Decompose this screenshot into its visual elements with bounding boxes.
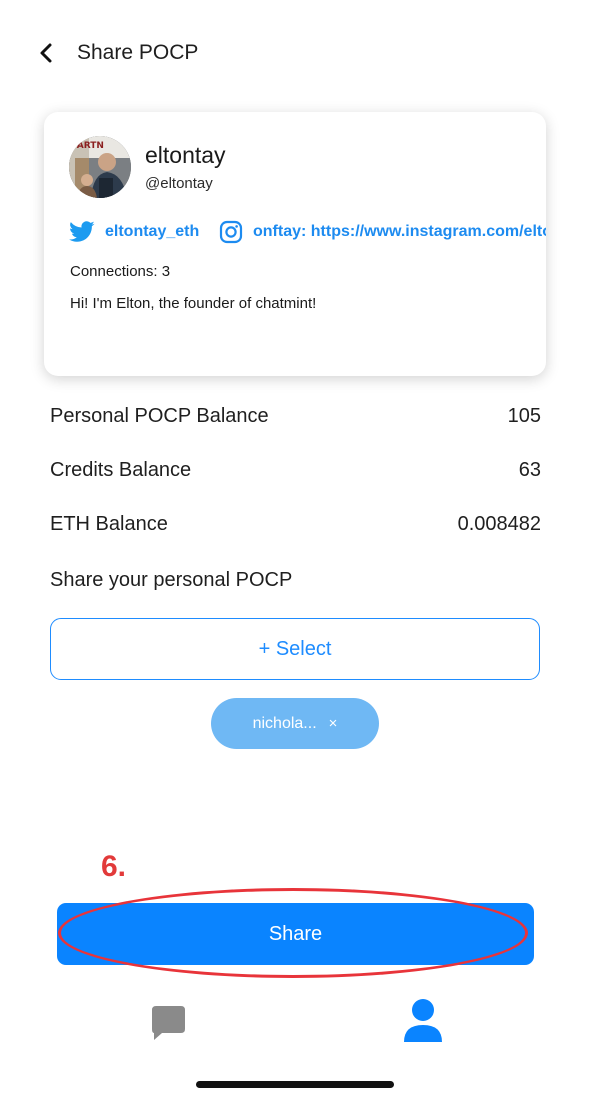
balance-row-personal-pocp: Personal POCP Balance 105 — [50, 405, 541, 435]
twitter-handle: eltontay_eth — [105, 223, 200, 240]
instagram-handle: onftay: https://www.instagram.com/elton — [253, 223, 546, 240]
display-name: eltontay — [145, 142, 226, 168]
tab-chat[interactable] — [150, 1005, 186, 1041]
balance-value: 63 — [518, 459, 541, 481]
user-handle: @eltontay — [145, 175, 213, 192]
avatar: PARTN — [69, 136, 131, 198]
header: Share POCP — [0, 0, 590, 105]
svg-text:PARTN: PARTN — [71, 141, 104, 151]
user-icon — [404, 999, 442, 1042]
balance-value: 0.008482 — [457, 513, 541, 535]
chat-bubble-icon — [152, 1006, 185, 1040]
home-indicator — [196, 1081, 394, 1088]
back-button[interactable] — [36, 40, 60, 66]
twitter-icon — [69, 221, 95, 242]
chevron-left-icon — [40, 43, 52, 63]
connections-count: Connections: 3 — [70, 263, 171, 280]
balance-row-credits: Credits Balance 63 — [50, 459, 541, 489]
instagram-icon — [219, 220, 243, 244]
social-links: eltontay_eth onftay: https://www.instagr… — [69, 219, 546, 245]
share-button[interactable]: Share — [57, 903, 534, 965]
balance-row-eth: ETH Balance 0.008482 — [50, 513, 541, 543]
balance-value: 105 — [507, 405, 541, 427]
profile-card: PARTN eltontay @eltontay eltontay_eth on… — [44, 112, 546, 376]
page-title: Share POCP — [77, 41, 199, 64]
tab-profile[interactable] — [403, 998, 443, 1042]
balance-label: Credits Balance — [50, 459, 192, 481]
annotation-step-label: 6. — [101, 850, 127, 883]
select-recipient-button[interactable]: + Select — [50, 618, 540, 680]
instagram-link[interactable]: onftay: https://www.instagram.com/elton — [219, 219, 546, 245]
chip-label: nichola... — [252, 714, 317, 732]
share-section-label: Share your personal POCP — [50, 569, 293, 591]
balance-label: Personal POCP Balance — [50, 405, 269, 427]
profile-bio: Hi! I'm Elton, the founder of chatmint! — [70, 295, 317, 312]
twitter-link[interactable]: eltontay_eth — [69, 219, 199, 245]
balance-label: ETH Balance — [50, 513, 168, 535]
selected-recipient-chip[interactable]: nichola... × — [211, 698, 379, 749]
chip-remove-icon[interactable]: × — [329, 715, 338, 732]
